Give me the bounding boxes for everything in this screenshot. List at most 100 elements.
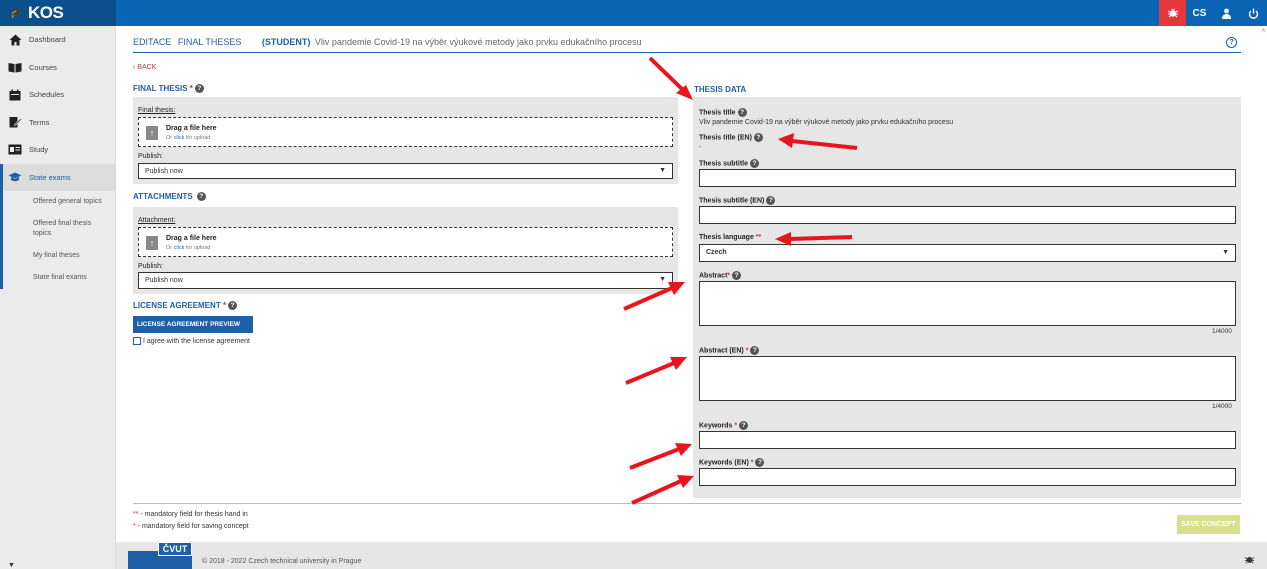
keywords-en-input[interactable] <box>699 468 1236 486</box>
license-preview-button[interactable]: LICENSE AGREEMENT PREVIEW <box>133 316 253 333</box>
logo-text: KOS <box>27 3 64 22</box>
publish-value: Publish now <box>145 168 183 175</box>
sidebar-item-label: Study <box>29 145 49 155</box>
attachments-title: ATTACHMENTS <box>133 192 193 201</box>
help-icon[interactable]: ? <box>196 192 206 202</box>
graduation-cap-icon: 🎓 <box>10 7 22 19</box>
publish-value: Publish now <box>145 277 183 284</box>
dropzone-title: Drag a file here <box>166 125 217 132</box>
attachment-dropzone[interactable]: ↑ Drag a file here Or click for upload <box>138 227 673 257</box>
abstract-en-label: Abstract (EN) *? <box>699 346 760 355</box>
divider <box>133 503 1241 504</box>
final-thesis-panel: Final thesis: ↑ Drag a file here Or clic… <box>133 97 678 184</box>
sidebar-item-label: Schedules <box>29 90 65 100</box>
license-agree-checkbox[interactable] <box>133 337 141 345</box>
sidebar-item-terms[interactable]: Terms <box>0 109 115 137</box>
back-label: BACK <box>137 64 157 71</box>
license-title: LICENSE AGREEMENT <box>133 301 221 310</box>
thesis-subtitle-en-input[interactable] <box>699 206 1236 224</box>
sidebar-subitem-offered-general-topics[interactable]: Offered general topics <box>3 191 115 213</box>
help-icon[interactable]: ? <box>732 271 742 280</box>
kos-logo[interactable]: 🎓 KOS <box>0 0 116 26</box>
thesis-title-value: Vliv pandemie Covid-19 na výběr výukové … <box>699 119 954 126</box>
thesis-name: Vliv pandemie Covid-19 na výběr výukové … <box>314 37 642 47</box>
home-icon <box>8 34 22 46</box>
language-switch[interactable]: CS <box>1186 0 1213 26</box>
help-icon[interactable]: ? <box>194 84 204 94</box>
license-heading: LICENSE AGREEMENT *? <box>133 301 238 311</box>
keywords-input[interactable] <box>699 431 1236 449</box>
license-agree-label: I agree with the license agreement <box>143 337 251 345</box>
sidebar-subitem-state-final-exams[interactable]: State final exams <box>3 267 115 289</box>
sidebar-subitem-my-final-theses[interactable]: My final theses <box>3 245 115 267</box>
scroll-up-arrow[interactable]: ^ <box>1262 29 1265 36</box>
abstract-en-textarea[interactable] <box>699 356 1236 401</box>
required-mark: * <box>189 84 193 93</box>
sidebar-item-label: Dashboard <box>29 35 66 45</box>
sidebar-item-courses[interactable]: Courses <box>0 54 115 82</box>
help-icon[interactable]: ? <box>753 133 763 142</box>
sidebar-item-dashboard[interactable]: Dashboard <box>0 26 115 54</box>
sidebar-subitem-offered-final-thesis-topics[interactable]: Offered final thesis topics <box>3 213 115 245</box>
publish-label: Publish: <box>138 263 163 270</box>
thesis-subtitle-input[interactable] <box>699 169 1236 187</box>
cvut-logo: ČVUT <box>128 542 192 569</box>
student-role: (STUDENT) <box>261 37 311 47</box>
caret-down-icon: ▼ <box>659 276 666 283</box>
abstract-textarea[interactable] <box>699 281 1236 326</box>
final-thesis-title: FINAL THESIS <box>133 84 188 93</box>
help-icon[interactable]: ? <box>228 301 238 311</box>
bug-report-icon[interactable] <box>1159 0 1186 26</box>
dropzone-title: Drag a file here <box>166 235 217 242</box>
attachments-panel: Attachment: ↑ Drag a file here Or click … <box>133 207 678 294</box>
calendar-icon <box>8 89 22 101</box>
abstract-en-counter: 1/4000 <box>1212 403 1232 410</box>
page-title: EDITACE FINAL THESES (STUDENT) Vliv pand… <box>133 37 1241 53</box>
collapse-icon[interactable]: ▼ <box>8 562 15 569</box>
help-icon[interactable]: ? <box>1226 37 1237 48</box>
thesis-subtitle-en-label: Thesis subtitle (EN)? <box>699 196 776 205</box>
help-icon[interactable]: ? <box>739 421 749 430</box>
help-icon[interactable]: ? <box>750 159 760 168</box>
thesis-data-heading: THESIS DATA <box>694 85 747 94</box>
graduation-cap-icon <box>8 171 22 183</box>
abstract-counter: 1/4000 <box>1212 328 1232 335</box>
sidebar-item-schedules[interactable]: Schedules <box>0 81 115 109</box>
thesis-language-select[interactable]: Czech ▼ <box>699 244 1236 262</box>
book-icon <box>8 61 22 73</box>
caret-down-icon: ▼ <box>1222 249 1229 256</box>
dropzone-hint: Or click for upload <box>166 245 211 251</box>
logout-icon[interactable] <box>1240 0 1267 26</box>
help-icon[interactable]: ? <box>755 458 765 467</box>
final-thesis-publish-select[interactable]: Publish now ▼ <box>138 163 673 179</box>
main-content: EDITACE FINAL THESES (STUDENT) Vliv pand… <box>116 26 1267 542</box>
language-value: Czech <box>706 249 727 256</box>
thesis-data-panel: Thesis title? Vliv pandemie Covid-19 na … <box>693 97 1241 498</box>
footnote-hand-in: ** - mandatory field for thesis hand in <box>133 511 248 518</box>
back-link[interactable]: ‹ BACK <box>133 64 156 71</box>
click-upload-link[interactable]: click <box>174 135 185 141</box>
breadcrumb-editace: EDITACE <box>133 37 172 47</box>
breadcrumb-final-theses[interactable]: FINAL THESES <box>178 37 242 47</box>
help-icon[interactable]: ? <box>766 196 776 205</box>
sidebar-item-study[interactable]: Study <box>0 136 115 164</box>
sidebar-item-state-exams[interactable]: State exams <box>0 163 115 191</box>
attachment-publish-select[interactable]: Publish now ▼ <box>138 272 673 289</box>
sidebar-item-label: Terms <box>29 117 50 127</box>
final-thesis-dropzone[interactable]: ↑ Drag a file here Or click for upload <box>138 117 673 147</box>
click-upload-link[interactable]: click <box>174 245 185 251</box>
keywords-en-label: Keywords (EN) *? <box>699 458 765 467</box>
help-icon[interactable]: ? <box>750 346 760 355</box>
license-agree-row[interactable]: I agree with the license agreement <box>133 337 250 345</box>
footer: ČVUT © 2018 - 2022 Czech technical unive… <box>116 542 1267 569</box>
user-icon[interactable] <box>1213 0 1240 26</box>
edit-icon <box>8 116 22 128</box>
bug-icon[interactable] <box>1244 554 1255 568</box>
save-concept-button[interactable]: SAVE CONCEPT <box>1177 515 1240 534</box>
help-icon[interactable]: ? <box>737 108 747 117</box>
thesis-title-en-value: - <box>699 144 702 151</box>
final-thesis-field-label: Final thesis: <box>138 107 176 114</box>
footnote-concept: * - mandatory field for saving concept <box>133 523 249 530</box>
thesis-title-en-label: Thesis title (EN)? <box>699 133 763 142</box>
sidebar-item-label: State exams <box>29 172 71 182</box>
